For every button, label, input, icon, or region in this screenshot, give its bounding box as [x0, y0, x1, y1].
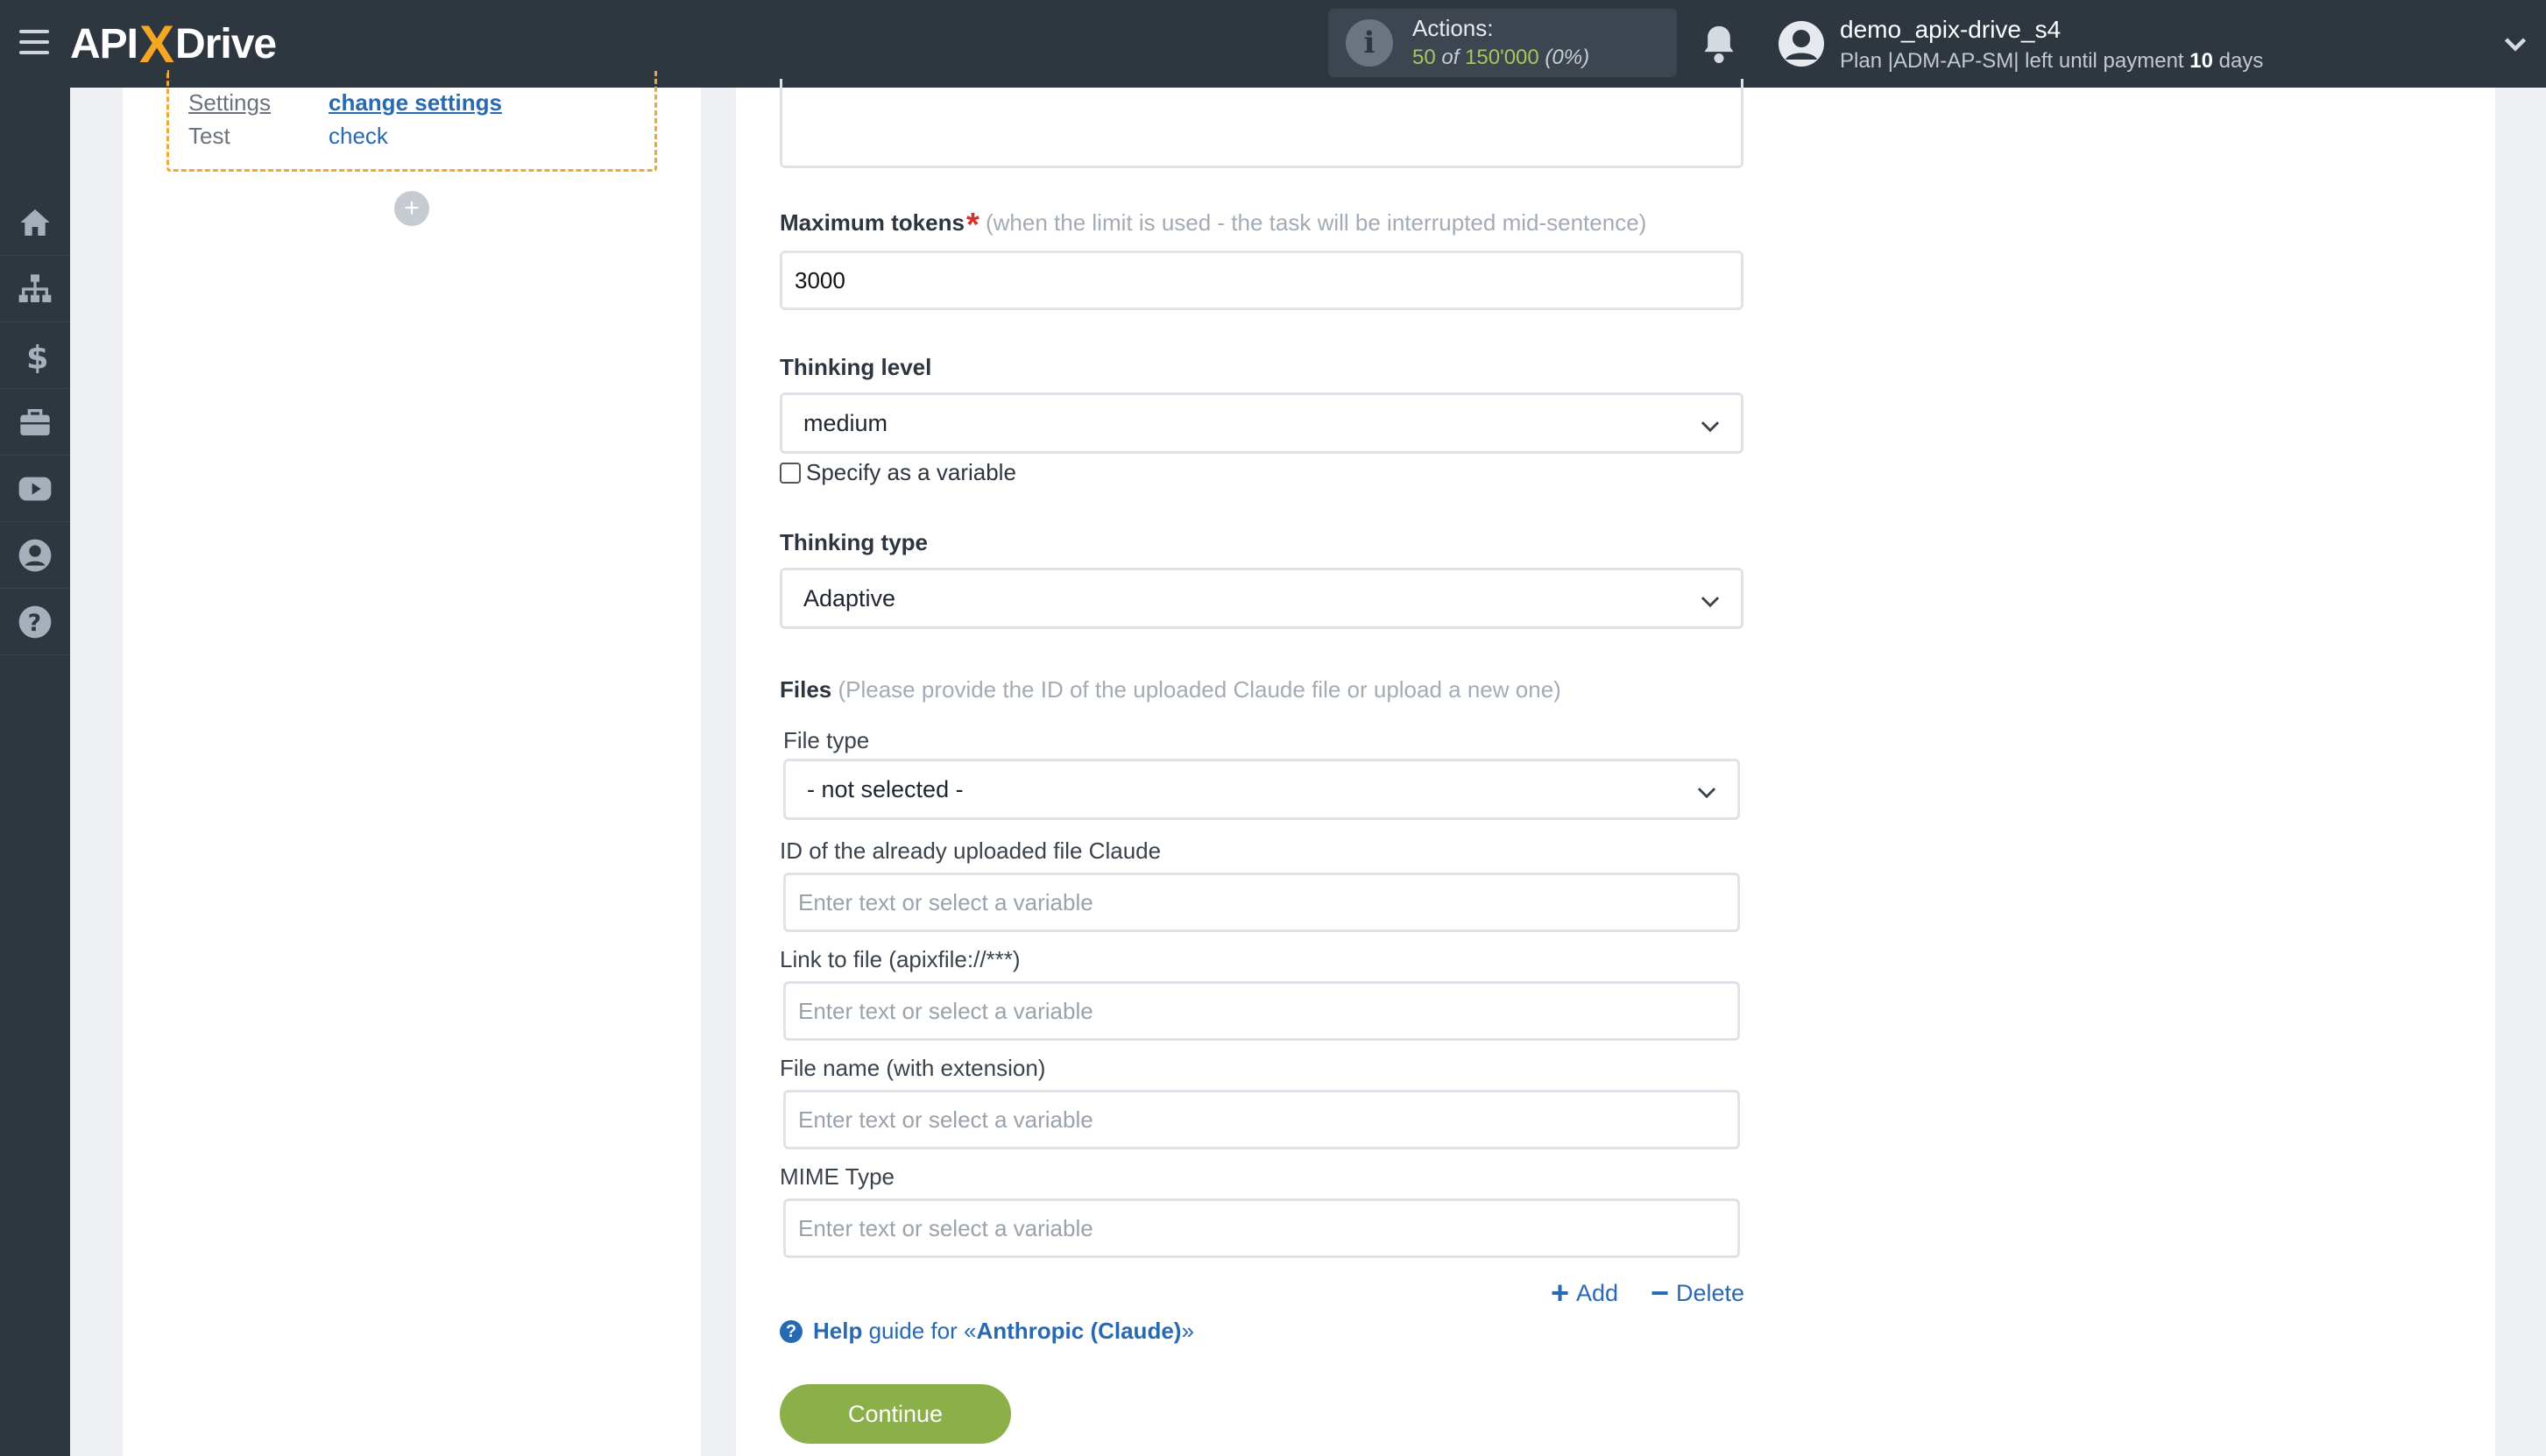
plan-text: Plan |ADM-AP-SM| left until payment: [1840, 49, 2184, 73]
actions-of: of: [1441, 46, 1460, 69]
nav-help[interactable]: ?: [0, 589, 70, 655]
file-type-value: - not selected -: [807, 775, 964, 802]
help-guide-link[interactable]: ? Help guide for «Anthropic (Claude)»: [780, 1318, 1194, 1345]
add-step-button[interactable]: +: [394, 191, 429, 226]
delete-file-label: Delete: [1676, 1279, 1745, 1306]
logo-drive: Drive: [175, 20, 277, 67]
actions-percent: (0%): [1545, 46, 1590, 69]
user-circle-icon: [18, 539, 52, 571]
minus-icon: −: [1651, 1275, 1670, 1311]
mime-type-input[interactable]: [783, 1198, 1740, 1258]
file-type-label: File type: [783, 727, 870, 753]
info-icon: i: [1346, 19, 1393, 67]
bell-icon[interactable]: [1700, 23, 1738, 65]
specify-variable-checkbox[interactable]: Specify as a variable: [780, 459, 1016, 486]
change-settings-link[interactable]: change settings: [329, 89, 502, 117]
file-type-select[interactable]: - not selected -: [783, 759, 1740, 820]
files-label: Files (Please provide the ID of the uplo…: [780, 676, 1561, 703]
steps-box: Settings change settings Test check: [166, 70, 657, 172]
user-info[interactable]: demo_apix-drive_s4 Plan |ADM-AP-SM| left…: [1840, 14, 2263, 77]
plus-icon: +: [1551, 1275, 1570, 1311]
help-circle-icon: ?: [18, 605, 52, 638]
file-id-input[interactable]: [783, 873, 1740, 932]
mime-type-label: MIME Type: [780, 1163, 895, 1190]
thinking-level-label: Thinking level: [780, 354, 932, 380]
plan-days: 10: [2189, 49, 2213, 73]
checkbox-box[interactable]: [780, 462, 801, 484]
thinking-level-value: medium: [803, 409, 888, 436]
logo[interactable]: API X Drive: [70, 14, 277, 74]
file-link-input[interactable]: [783, 981, 1740, 1041]
help-mid: guide for «: [868, 1318, 977, 1344]
files-title: Files: [780, 676, 832, 703]
nav-connections[interactable]: [0, 256, 70, 322]
nav-billing[interactable]: $: [0, 322, 70, 389]
nav-home[interactable]: [0, 189, 70, 256]
sitemap-icon: [18, 273, 52, 302]
plan-days-suffix: days: [2218, 49, 2264, 73]
chevron-down-icon[interactable]: [2502, 32, 2528, 58]
file-id-label: ID of the already uploaded file Claude: [780, 838, 1162, 864]
home-icon: [20, 209, 50, 236]
svg-text:?: ?: [28, 610, 41, 637]
nav-account[interactable]: [0, 522, 70, 589]
add-file-button[interactable]: + Add: [1551, 1277, 1618, 1309]
chevron-down-icon: [1701, 421, 1720, 433]
file-link-label: Link to file (apixfile://***): [780, 946, 1021, 972]
user-plan: Plan |ADM-AP-SM| left until payment 10 d…: [1840, 46, 2263, 77]
prompt-textarea[interactable]: [780, 79, 1743, 168]
max-tokens-hint: (when the limit is used - the task will …: [985, 209, 1647, 236]
steps-panel: Settings change settings Test check +: [123, 70, 701, 1456]
thinking-level-select[interactable]: medium: [780, 392, 1743, 454]
actions-label: Actions:: [1412, 15, 1494, 41]
specify-variable-label: Specify as a variable: [806, 459, 1016, 485]
file-name-label: File name (with extension): [780, 1055, 1046, 1081]
help-end: »: [1181, 1318, 1194, 1344]
actions-counts: 50 of 150'000 (0%): [1412, 43, 1589, 73]
test-label: Test: [188, 123, 230, 149]
logo-api: API: [70, 20, 138, 67]
max-tokens-title: Maximum tokens: [780, 209, 965, 236]
logo-x: X: [139, 14, 174, 74]
help-service: Anthropic (Claude): [976, 1318, 1182, 1344]
file-name-input[interactable]: [783, 1090, 1740, 1149]
question-icon: ?: [780, 1319, 803, 1343]
actions-used: 50: [1412, 46, 1436, 69]
actions-counter: i Actions: 50 of 150'000 (0%): [1328, 9, 1677, 77]
continue-button[interactable]: Continue: [780, 1384, 1011, 1444]
briefcase-icon: [20, 408, 50, 435]
add-file-label: Add: [1576, 1279, 1619, 1306]
side-nav: $ ?: [0, 88, 70, 1456]
dollar-icon: $: [26, 339, 49, 373]
svg-text:$: $: [26, 339, 49, 373]
nav-video[interactable]: [0, 456, 70, 522]
thinking-type-label: Thinking type: [780, 529, 928, 555]
max-tokens-input[interactable]: [780, 251, 1743, 310]
chevron-down-icon: [1697, 788, 1716, 799]
nav-services[interactable]: [0, 389, 70, 456]
actions-total: 150'000: [1465, 46, 1539, 69]
youtube-icon: [18, 477, 52, 500]
menu-icon[interactable]: [19, 30, 49, 54]
files-hint: (Please provide the ID of the uploaded C…: [838, 676, 1561, 703]
main-panel: Maximum tokens* (when the limit is used …: [736, 79, 2495, 1456]
user-name: demo_apix-drive_s4: [1840, 16, 2062, 43]
settings-label[interactable]: Settings: [188, 89, 320, 117]
thinking-type-select[interactable]: Adaptive: [780, 568, 1743, 629]
thinking-type-value: Adaptive: [803, 584, 896, 611]
chevron-down-icon: [1701, 597, 1720, 608]
required-asterisk: *: [965, 207, 980, 244]
check-link[interactable]: check: [329, 123, 388, 150]
avatar-icon[interactable]: [1777, 19, 1826, 68]
max-tokens-label: Maximum tokens* (when the limit is used …: [780, 207, 1646, 244]
delete-file-button[interactable]: − Delete: [1651, 1277, 1744, 1309]
help-strong: Help: [813, 1318, 863, 1344]
